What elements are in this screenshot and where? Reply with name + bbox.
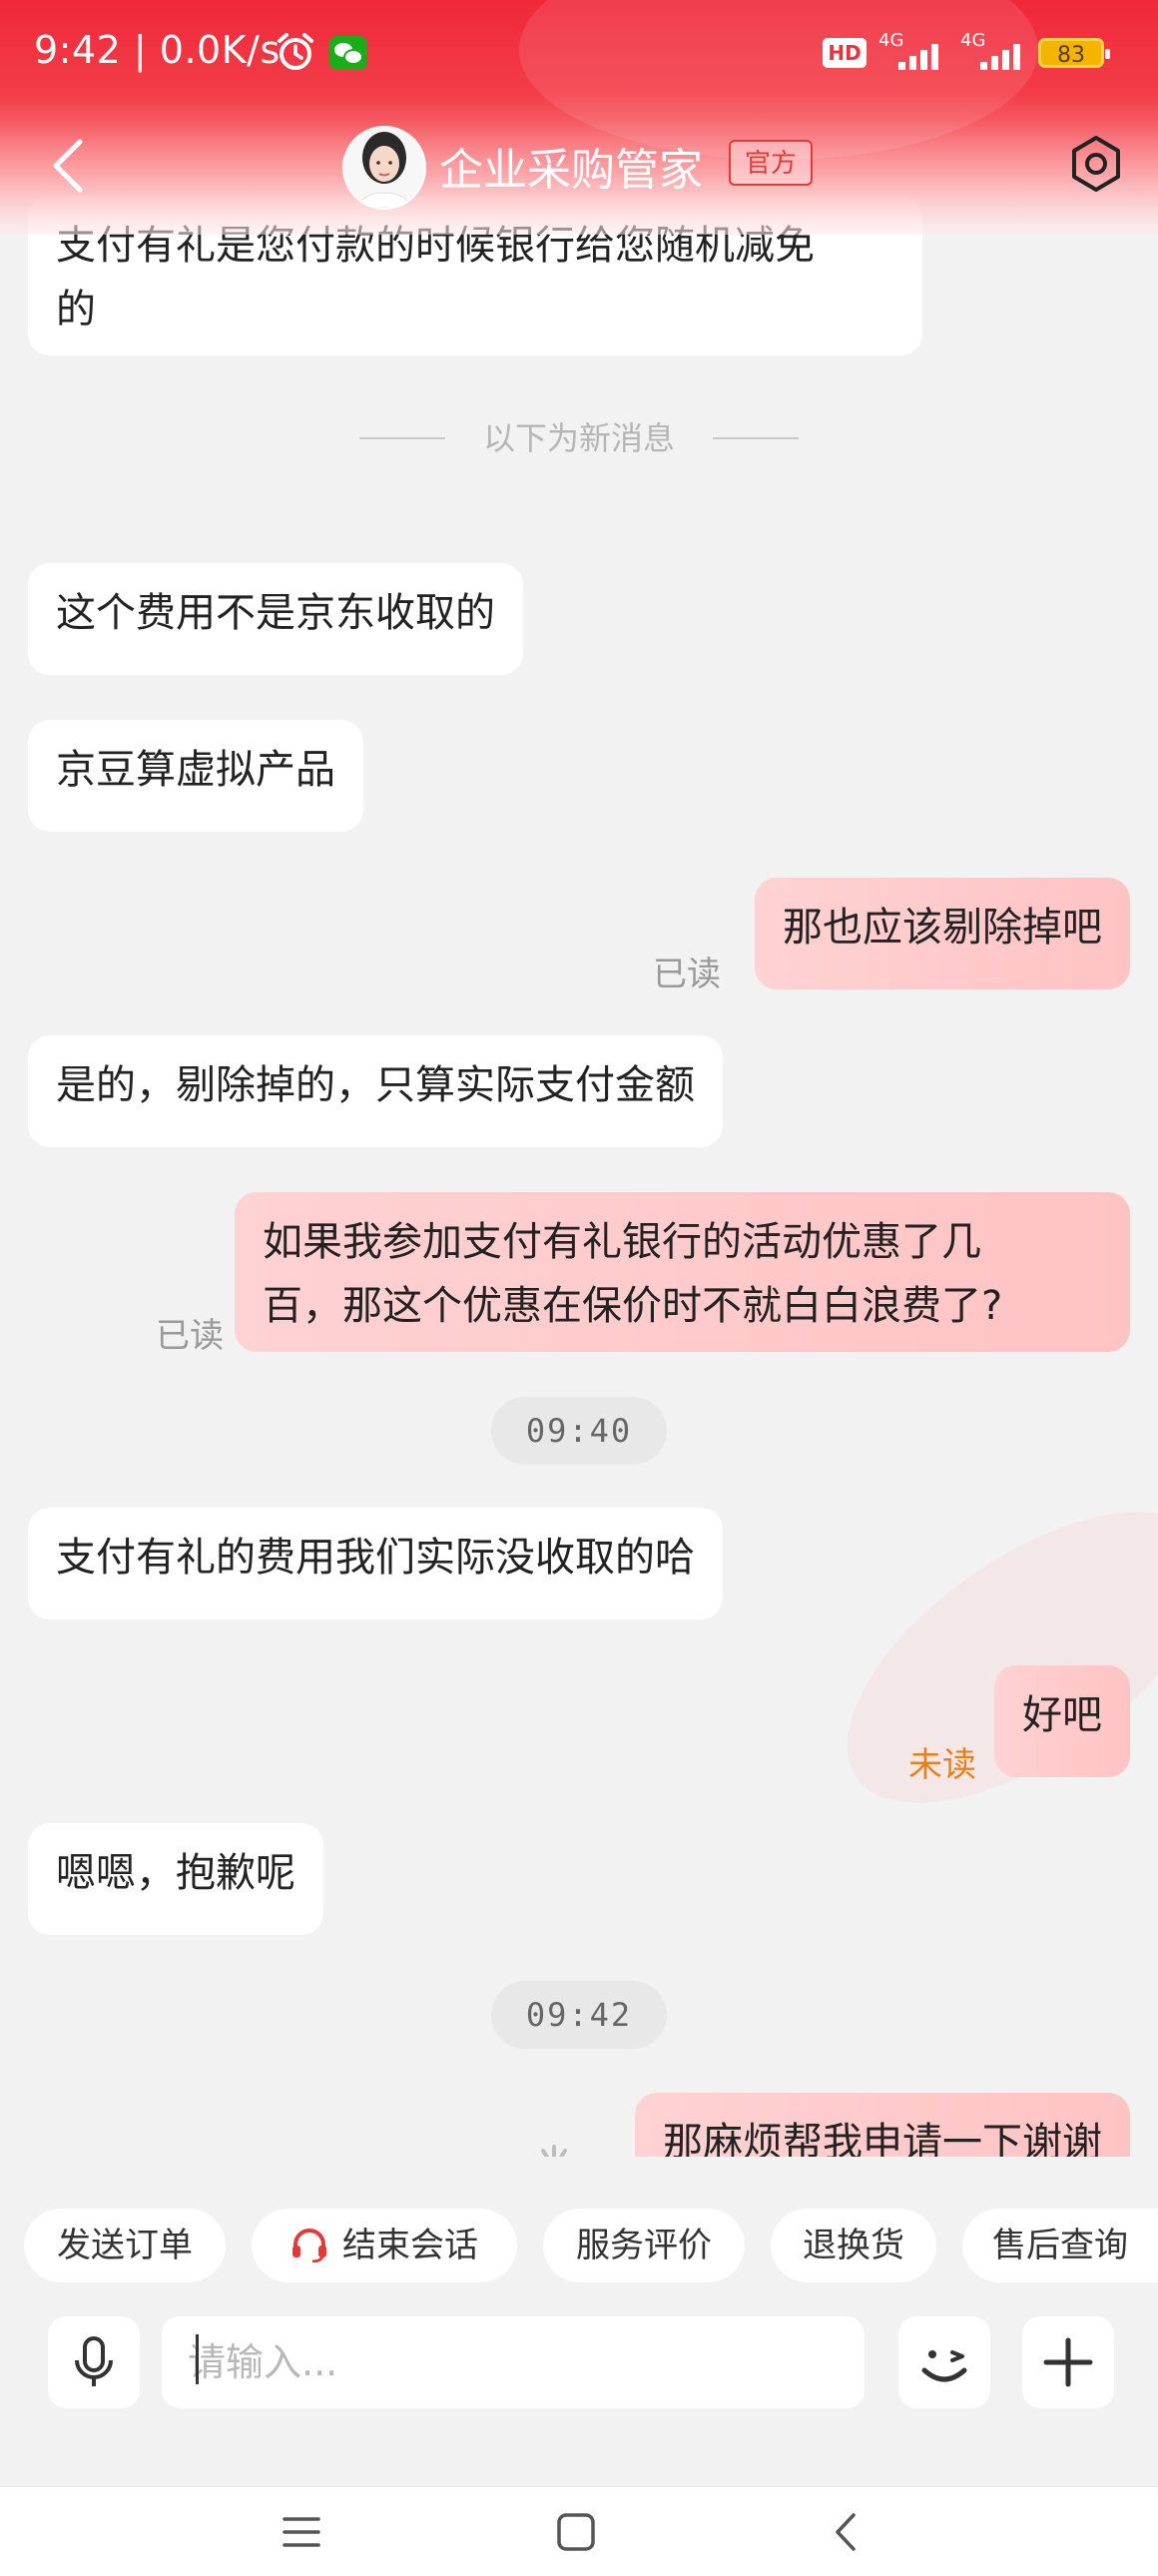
message-text: 那麻烦帮我申请一下谢谢 [663, 2120, 1102, 2157]
home-icon[interactable] [551, 2507, 601, 2557]
read-status: 已读 [653, 955, 721, 994]
message-input[interactable] [162, 2316, 865, 2408]
message-outgoing[interactable]: 那麻烦帮我申请一下谢谢 [635, 2093, 1130, 2157]
chip-label: 退换货 [803, 2226, 904, 2265]
message-incoming[interactable]: 这个费用不是京东收取的 [28, 563, 523, 675]
message-incoming[interactable]: 支付有礼的费用我们实际没收取的哈 [28, 1508, 723, 1619]
timestamp: 09:40 [491, 1397, 667, 1465]
message-text: 是的，剔除掉的，只算实际支付金额 [56, 1062, 695, 1108]
text-cursor [196, 2334, 199, 2384]
hd-voice-icon: HD [823, 38, 867, 68]
message-text: 这个费用不是京东收取的 [56, 590, 495, 636]
input-bar [0, 2306, 1158, 2476]
status-bar: 9:42 | 0.0K/s HD 4G 4G 83 [0, 0, 1158, 110]
end-session-button[interactable]: 结束会话 [252, 2209, 517, 2282]
microphone-icon [75, 2336, 113, 2386]
voice-button[interactable] [48, 2316, 140, 2408]
status-time: 9:42 | 0.0K/s [34, 28, 281, 72]
message-outgoing[interactable]: 好吧 [994, 1665, 1130, 1777]
wechat-icon [329, 36, 367, 70]
signal-icon: 4G [960, 30, 1026, 74]
message-text: 京豆算虚拟产品 [56, 747, 335, 793]
unread-status: 未读 [908, 1745, 976, 1785]
read-status: 已读 [156, 1316, 224, 1356]
network-type: 4G [960, 30, 986, 51]
menu-icon[interactable] [277, 2507, 326, 2557]
message-incoming[interactable]: 京豆算虚拟产品 [28, 720, 363, 832]
chip-label: 售后查询 [992, 2226, 1128, 2265]
system-back-icon[interactable] [822, 2507, 871, 2557]
chip-label: 结束会话 [342, 2226, 478, 2265]
signal-icon: 4G [878, 30, 944, 74]
official-badge: 官方 [729, 140, 813, 186]
message-text: 如果我参加支付有礼银行的活动优惠了几 [263, 1219, 981, 1265]
message-text: 好吧 [1022, 1692, 1102, 1738]
page-title: 企业采购管家 [439, 145, 703, 196]
chip-label: 服务评价 [576, 2226, 712, 2265]
message-outgoing[interactable]: 如果我参加支付有礼银行的活动优惠了几 百，那这个优惠在保价时不就白白浪费了? [235, 1192, 1130, 1352]
message-text: 支付有礼的费用我们实际没收取的哈 [56, 1535, 695, 1581]
alarm-icon [278, 33, 313, 70]
after-sales-query-button[interactable]: 售后查询 [962, 2209, 1158, 2282]
more-button[interactable] [1022, 2316, 1114, 2408]
message-text: 百，那这个优惠在保价时不就白白浪费了? [263, 1283, 1003, 1329]
chat-area[interactable]: 支付有礼是您付款的时候银行给您随机减免 的 以下为新消息 这个费用不是京东收取的… [0, 0, 1158, 2157]
return-exchange-button[interactable]: 退换货 [771, 2209, 936, 2282]
message-incoming[interactable]: 是的，剔除掉的，只算实际支付金额 [28, 1035, 723, 1147]
message-text: 的 [56, 287, 96, 332]
divider-line [713, 437, 799, 439]
system-navigation-bar [0, 2486, 1158, 2576]
emoji-button[interactable] [898, 2316, 990, 2408]
message-outgoing[interactable]: 那也应该剔除掉吧 [755, 878, 1130, 989]
back-icon[interactable] [46, 136, 90, 196]
header: 9:42 | 0.0K/s HD 4G 4G 83 企业采购管家 官方 [0, 0, 1158, 235]
avatar[interactable] [342, 126, 426, 210]
message-incoming[interactable]: 嗯嗯，抱歉呢 [28, 1823, 323, 1935]
timestamp: 09:42 [491, 1981, 667, 2049]
divider-label: 以下为新消息 [482, 419, 675, 457]
emoji-wink-icon [921, 2350, 967, 2382]
chip-label: 发送订单 [57, 2226, 193, 2265]
message-text: 那也应该剔除掉吧 [783, 905, 1102, 951]
battery-icon: 83 [1038, 38, 1110, 68]
sending-spinner-icon [541, 2145, 567, 2157]
plus-icon [1043, 2337, 1093, 2387]
new-messages-divider: 以下为新消息 [359, 413, 799, 463]
headset-icon [292, 2228, 326, 2262]
network-type: 4G [878, 30, 904, 51]
settings-icon[interactable] [1066, 134, 1126, 194]
divider-line [359, 437, 445, 439]
agent-avatar-icon [344, 128, 424, 208]
send-order-button[interactable]: 发送订单 [24, 2209, 226, 2282]
background-decoration [799, 1455, 1158, 1860]
message-text: 嗯嗯，抱歉呢 [56, 1850, 295, 1896]
service-rating-button[interactable]: 服务评价 [543, 2209, 745, 2282]
quick-actions-bar: 发送订单 结束会话 服务评价 退换货 售后查询 [0, 2177, 1158, 2306]
